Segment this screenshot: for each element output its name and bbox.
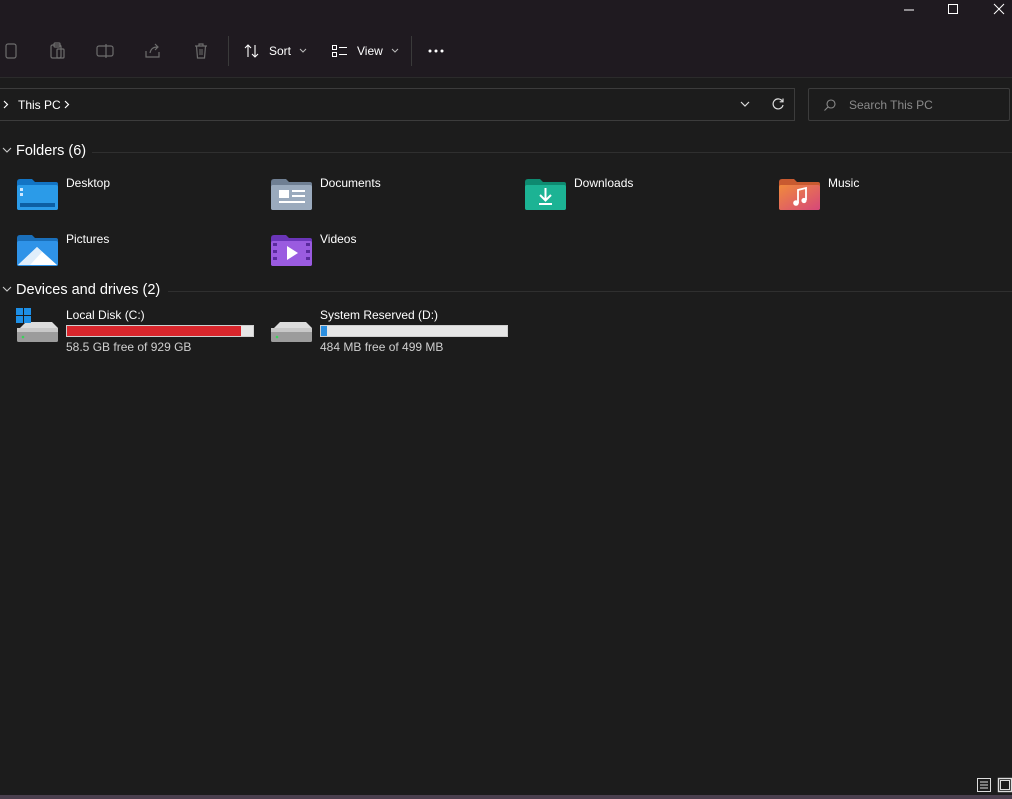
share-button[interactable] [142,41,164,61]
folder-label: Documents [320,176,381,190]
more-options-button[interactable] [425,41,447,61]
window-bottom-edge [0,795,1012,799]
details-view-button[interactable] [976,777,992,796]
section-divider [168,291,1012,292]
windows-drive-icon [16,308,58,342]
toolbar-separator [411,36,412,66]
close-button[interactable] [976,0,1012,18]
drive-label: System Reserved (D:) [320,308,439,322]
refresh-icon[interactable] [771,97,785,111]
folder-label: Videos [320,232,357,246]
drive-d[interactable]: System Reserved (D:) 484 MB free of 499 … [270,308,520,358]
view-button[interactable]: View [331,39,399,63]
folder-videos[interactable]: Videos [270,232,510,276]
documents-folder-icon [271,179,312,210]
view-icon [332,45,347,57]
search-placeholder: Search This PC [849,98,933,112]
copy-icon [5,43,17,59]
more-icon [428,49,444,53]
folder-music[interactable]: Music [778,176,1012,220]
videos-folder-icon [271,235,312,266]
collapse-folders-icon[interactable] [2,147,12,154]
breadcrumb-this-pc[interactable]: This PC [18,98,61,112]
folder-desktop[interactable]: Desktop [16,176,256,220]
drive-usage-fill [321,326,327,336]
close-icon [993,3,1005,15]
hard-drive-icon [271,322,312,342]
cut-button[interactable] [0,41,22,61]
drive-usage-bar [66,325,254,337]
music-folder-icon [779,179,820,210]
folder-documents[interactable]: Documents [270,176,510,220]
chevron-down-icon [299,48,307,53]
toolbar-separator [228,36,229,66]
drive-usage-fill [67,326,242,336]
pictures-folder-icon [17,235,58,266]
drive-usage-bar [320,325,508,337]
title-bar: Sort View [0,0,1012,78]
drive-label: Local Disk (C:) [66,308,145,322]
sort-icon [244,44,259,58]
section-divider [92,152,1012,153]
rename-icon [96,44,114,58]
tiles-view-icon [997,777,1012,793]
share-icon [145,43,160,58]
maximize-icon [948,4,958,14]
paste-button[interactable] [46,41,68,61]
delete-icon [195,43,207,59]
sort-button[interactable]: Sort [243,39,307,63]
collapse-drives-icon[interactable] [2,286,12,293]
drive-c[interactable]: Local Disk (C:) 58.5 GB free of 929 GB [16,308,266,358]
search-icon [824,99,836,111]
drive-free-space: 58.5 GB free of 929 GB [66,340,192,354]
view-label: View [357,44,383,58]
command-bar: Sort View [0,34,1012,68]
folder-downloads[interactable]: Downloads [524,176,764,220]
search-box[interactable]: Search This PC [808,88,1010,121]
folder-label: Pictures [66,232,110,246]
paste-icon [50,42,65,59]
folders-section-title[interactable]: Folders (6) [16,143,86,159]
folder-pictures[interactable]: Pictures [16,232,256,276]
drives-section-title[interactable]: Devices and drives (2) [16,282,160,298]
toolbar-divider [0,77,1012,78]
sort-label: Sort [269,44,292,58]
history-dropdown-icon[interactable] [740,101,750,108]
folder-label: Downloads [574,176,634,190]
desktop-folder-icon [17,179,58,210]
minimize-icon [904,9,914,11]
address-bar[interactable]: This PC [0,88,795,121]
folder-label: Music [828,176,860,190]
minimize-button[interactable] [886,0,932,18]
downloads-folder-icon [525,179,566,210]
folder-label: Desktop [66,176,111,190]
rename-button[interactable] [94,41,116,61]
chevron-right-icon [3,100,9,109]
chevron-down-icon [391,48,399,53]
chevron-right-icon[interactable] [64,100,70,109]
delete-button[interactable] [190,41,212,61]
maximize-button[interactable] [930,0,976,18]
details-view-icon [977,778,991,792]
drive-free-space: 484 MB free of 499 MB [320,340,444,354]
tiles-view-button[interactable] [997,777,1012,796]
